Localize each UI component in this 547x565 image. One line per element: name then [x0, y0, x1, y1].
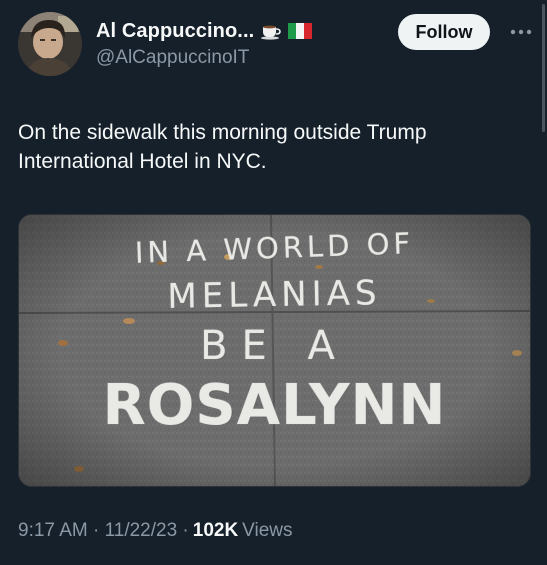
chalk-line: ROSALYNN: [102, 373, 447, 438]
follow-button[interactable]: Follow: [398, 14, 490, 50]
author-name-row: Al Cappuccino...: [96, 18, 313, 44]
scrollbar-thumb[interactable]: [542, 4, 545, 132]
views-count: 102K: [192, 520, 239, 541]
display-name[interactable]: Al Cappuccino...: [96, 20, 254, 43]
avatar[interactable]: [18, 12, 82, 76]
tweet-text: On the sidewalk this morning outside Tru…: [18, 121, 427, 173]
author-handle[interactable]: @AlCappuccinoIT: [96, 47, 312, 69]
tweet-detail-view: Al Cappuccino... @AlCappuccinoIT Follow …: [0, 0, 547, 565]
tweet-header: Al Cappuccino... @AlCappuccinoIT Follow: [18, 12, 535, 76]
author-info[interactable]: Al Cappuccino... @AlCappuccinoIT: [96, 18, 313, 69]
tweet-photo[interactable]: IN A WORLD OF MELANIAS BE A ROSALYNN: [18, 214, 531, 487]
coffee-cup-icon: [260, 22, 282, 40]
italian-flag-icon: [288, 23, 313, 39]
timestamp[interactable]: 9:17 AM · 11/22/23 ·: [18, 520, 189, 542]
chalk-line: BE A: [200, 323, 349, 369]
views-label: Views: [242, 520, 293, 541]
tweet-meta: 9:17 AM · 11/22/23 · 102K Views: [18, 520, 293, 542]
ellipsis-icon[interactable]: [508, 22, 534, 42]
